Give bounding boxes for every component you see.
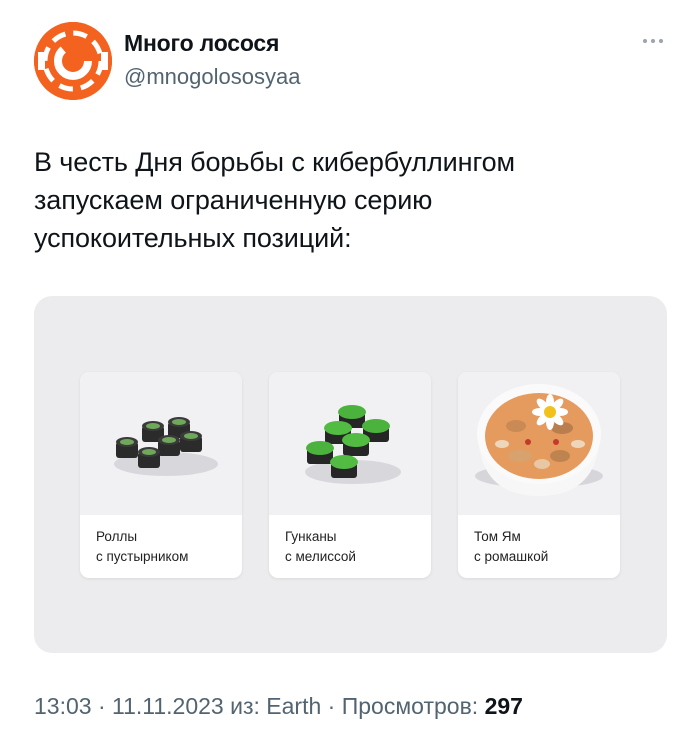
tom-yum-image (458, 372, 620, 515)
more-dot-icon (651, 39, 655, 43)
meta-separator: · (327, 693, 342, 719)
menu-card-tom-yum: Том Ям с ромашкой (458, 372, 620, 578)
author-avatar[interactable] (34, 22, 112, 100)
menu-item-title: Гунканы (285, 529, 337, 544)
tweet-meta: 13:03 · 11.11.2023 из: Earth · Просмотро… (34, 693, 523, 720)
source-prefix: из: (230, 693, 260, 719)
chamomile-icon (532, 394, 568, 430)
views-count[interactable]: 297 (485, 693, 523, 719)
menu-item-title: Том Ям (474, 529, 521, 544)
menu-item-subtitle: с мелиссой (285, 549, 356, 564)
author-name[interactable]: Много лосося (124, 30, 279, 57)
menu-item-title: Роллы (96, 529, 138, 544)
gunkan-image (269, 372, 431, 515)
tweet-media-image[interactable]: Роллы с пустырником Гунканы с мелиссой Т… (34, 296, 667, 653)
tweet-time[interactable]: 13:03 (34, 693, 92, 719)
brand-logo-icon (34, 22, 112, 100)
rolls-image (80, 372, 242, 515)
menu-card-caption: Том Ям с ромашкой (474, 527, 548, 567)
views-label: Просмотров: (341, 693, 479, 719)
menu-card-rolls: Роллы с пустырником (80, 372, 242, 578)
tweet-source: Earth (266, 693, 322, 719)
more-options-button[interactable] (638, 32, 668, 50)
meta-separator: · (97, 693, 113, 719)
menu-item-subtitle: с ромашкой (474, 549, 549, 564)
tweet-line: В честь Дня борьбы с кибербуллингом (34, 147, 515, 177)
menu-card-caption: Гунканы с мелиссой (285, 527, 356, 567)
author-handle[interactable]: @mnogolososyaa (124, 64, 300, 90)
tweet-line: запускаем ограниченную серию (34, 185, 433, 215)
more-dot-icon (643, 39, 647, 43)
tweet-text: В честь Дня борьбы с кибербуллингом запу… (34, 143, 654, 257)
more-dot-icon (659, 39, 663, 43)
tweet-date[interactable]: 11.11.2023 (112, 693, 224, 719)
menu-item-subtitle: с пустырником (96, 549, 189, 564)
tweet-line: успокоительных позиций: (34, 223, 352, 253)
menu-card-gunkan: Гунканы с мелиссой (269, 372, 431, 578)
menu-card-caption: Роллы с пустырником (96, 527, 188, 567)
